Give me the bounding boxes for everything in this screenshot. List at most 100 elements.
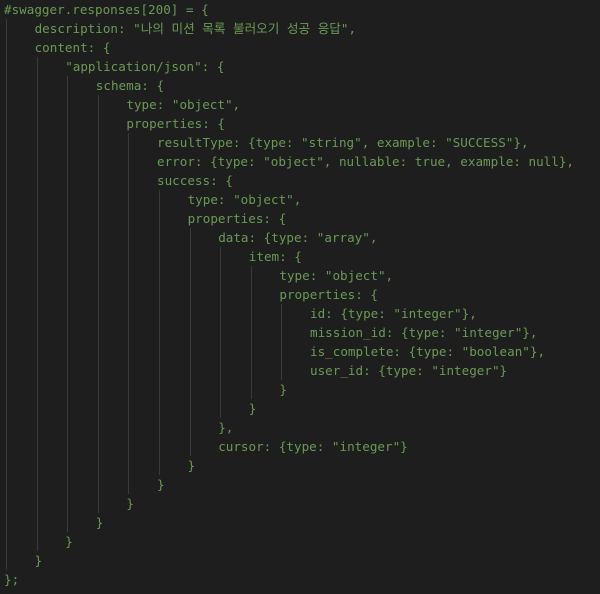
indent-guide	[159, 266, 160, 285]
indent-guide	[6, 114, 7, 133]
code-line-text: resultType: {type: "string", example: "S…	[157, 135, 529, 150]
indent-guide	[97, 475, 99, 494]
indent-guide	[250, 285, 252, 304]
indent-guide	[36, 95, 38, 114]
indent-guide	[97, 228, 99, 247]
indent-guide	[128, 285, 130, 304]
indent-guide	[250, 266, 252, 285]
indent-guide	[67, 152, 69, 171]
indent-guide	[128, 342, 130, 361]
indent-guide	[6, 399, 7, 418]
indent-guide	[6, 247, 7, 266]
code-line-text: properties: {	[187, 211, 287, 226]
indent-guide	[67, 228, 69, 247]
indent-guide	[67, 190, 69, 209]
indent-guide	[67, 399, 69, 418]
code-line: }	[4, 456, 574, 475]
indent-guide	[67, 209, 69, 228]
indent-guide	[6, 228, 7, 247]
indent-guide	[67, 380, 69, 399]
code-line: #swagger.responses[200] = {	[4, 0, 574, 19]
indent-guide	[128, 456, 130, 475]
indent-guide	[97, 266, 99, 285]
indent-guide	[36, 494, 38, 513]
indent-guide	[36, 247, 38, 266]
indent-guide	[220, 266, 222, 285]
indent-guide	[67, 513, 69, 532]
indent-guide	[6, 532, 7, 551]
indent-guide	[128, 152, 130, 171]
code-area[interactable]: #swagger.responses[200] = {description: …	[4, 0, 574, 589]
indent-guide	[36, 513, 38, 532]
indent-guide	[97, 323, 99, 342]
indent-guide	[67, 475, 69, 494]
indent-guide	[67, 361, 69, 380]
indent-guide	[36, 475, 38, 494]
indent-guide	[97, 456, 99, 475]
indent-guide	[189, 437, 191, 456]
code-line-text: }	[279, 382, 287, 397]
indent-guide	[189, 361, 191, 380]
code-line: }	[4, 513, 574, 532]
indent-guide	[250, 380, 252, 399]
code-line-text: user_id: {type: "integer"}	[310, 363, 508, 378]
indent-guide	[128, 228, 130, 247]
indent-guide	[189, 304, 191, 323]
indent-guide	[36, 57, 38, 76]
code-line-text: is_complete: {type: "boolean"},	[310, 344, 546, 359]
code-line-text: properties: {	[279, 287, 378, 302]
indent-guide	[6, 304, 7, 323]
indent-guide	[67, 456, 69, 475]
code-editor[interactable]: #swagger.responses[200] = {description: …	[0, 0, 600, 594]
indent-guide	[128, 190, 130, 209]
indent-guide	[67, 114, 69, 133]
code-line: type: "object",	[4, 266, 574, 285]
indent-guide	[6, 38, 7, 57]
indent-guide	[189, 399, 191, 418]
code-line-text: type: "object",	[126, 97, 241, 112]
code-line-text: }	[248, 401, 257, 416]
indent-guide	[128, 361, 130, 380]
code-line-text: success: {	[157, 173, 233, 188]
indent-guide	[6, 380, 7, 399]
indent-guide	[220, 399, 222, 418]
indent-guide	[97, 152, 99, 171]
code-line-text: },	[218, 420, 234, 435]
indent-guide	[67, 76, 69, 95]
indent-guide	[36, 380, 38, 399]
indent-guide	[281, 323, 283, 342]
indent-guide	[250, 304, 252, 323]
code-line: properties: {	[4, 209, 574, 228]
indent-guide	[128, 418, 130, 437]
indent-guide	[67, 323, 69, 342]
code-line-text: }	[95, 515, 104, 530]
indent-guide	[159, 418, 160, 437]
indent-guide	[128, 323, 130, 342]
code-line: schema: {	[4, 76, 574, 95]
indent-guide	[189, 418, 191, 437]
indent-guide	[67, 304, 69, 323]
code-line: cursor: {type: "integer"}	[4, 437, 574, 456]
indent-guide	[36, 399, 38, 418]
indent-guide	[67, 342, 69, 361]
indent-guide	[189, 342, 191, 361]
indent-guide	[97, 361, 99, 380]
indent-guide	[6, 95, 7, 114]
code-line: };	[4, 570, 574, 589]
code-line: resultType: {type: "string", example: "S…	[4, 133, 574, 152]
indent-guide	[67, 266, 69, 285]
indent-guide	[6, 190, 7, 209]
indent-guide	[128, 266, 130, 285]
indent-guide	[6, 133, 7, 152]
code-line: error: {type: "object", nullable: true, …	[4, 152, 574, 171]
indent-guide	[36, 456, 38, 475]
indent-guide	[97, 95, 99, 114]
indent-guide	[36, 532, 38, 551]
indent-guide	[6, 19, 7, 38]
indent-guide	[159, 228, 160, 247]
code-line-text: }	[187, 458, 196, 473]
code-line: }	[4, 399, 574, 418]
indent-guide	[97, 190, 99, 209]
indent-guide	[159, 399, 160, 418]
indent-guide	[189, 285, 191, 304]
